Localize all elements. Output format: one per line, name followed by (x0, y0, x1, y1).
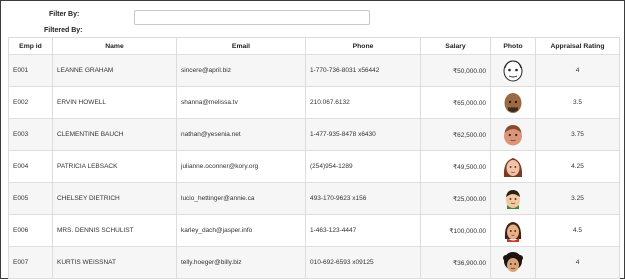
avatar-man-cartoon-icon (506, 189, 520, 209)
header-emp-id[interactable]: Emp id (8, 37, 53, 55)
cell-emp-id: E004 (8, 150, 53, 183)
cell-rating: 3.5 (535, 86, 620, 119)
cell-email: nathan@yesenia.net (176, 118, 306, 151)
cell-rating: 3.25 (535, 182, 620, 215)
cell-salary: ₹65,000.00 (420, 86, 491, 119)
cell-phone: 010-692-6593 x09125 (305, 246, 421, 279)
cell-email: lucio_hettinger@annie.ca (176, 182, 306, 215)
avatar-bald-man-icon (504, 92, 522, 113)
avatar-woman-cartoon-icon (504, 221, 522, 242)
cell-photo (490, 118, 536, 151)
cell-salary: ₹25,000.00 (420, 182, 491, 215)
cell-salary: ₹62,500.00 (420, 118, 491, 151)
filtered-by-label: Filtered By: (44, 27, 83, 34)
cell-email: sincere@april.biz (176, 54, 306, 87)
table-row: E007 KURTIS WEISSNAT telly.hoeger@billy.… (8, 246, 620, 279)
cell-email: julianne.oconner@kory.org (176, 150, 306, 183)
cell-phone: 1-770-736-8031 x56442 (305, 54, 421, 87)
app-frame: Filter By: Filtered By: Emp id Name Emai… (0, 0, 625, 279)
avatar-sketch-face-icon (503, 59, 523, 81)
table-row: E004 PATRICIA LEBSACK julianne.oconner@k… (8, 150, 620, 183)
table-row: E002 ERVIN HOWELL shanna@melissa.tv 210.… (8, 86, 620, 119)
cell-photo (490, 150, 536, 183)
cell-name: CLEMENTINE BAUCH (52, 118, 177, 151)
cell-name: PATRICIA LEBSACK (52, 150, 177, 183)
cell-name: KURTIS WEISSNAT (52, 246, 177, 279)
cell-phone: 1-463-123-4447 (305, 214, 421, 247)
cell-email: telly.hoeger@billy.biz (176, 246, 306, 279)
table-row: E001 LEANNE GRAHAM sincere@april.biz 1-7… (8, 54, 620, 87)
cell-salary: ₹49,500.00 (420, 150, 491, 183)
cell-emp-id: E001 (8, 54, 53, 87)
filter-input[interactable] (134, 10, 370, 25)
cell-email: karley_dach@jasper.info (176, 214, 306, 247)
cell-rating: 4 (535, 246, 620, 279)
avatar-curly-hair-icon (503, 251, 523, 272)
cell-phone: 210.067.6132 (305, 86, 421, 119)
cell-emp-id: E005 (8, 182, 53, 215)
filter-label: Filter By: (49, 11, 80, 18)
cell-salary: ₹50,000.00 (420, 54, 491, 87)
avatar-man-face-icon (504, 124, 522, 145)
cell-phone: 1-477-935-8478 x6430 (305, 118, 421, 151)
cell-name: ERVIN HOWELL (52, 86, 177, 119)
table-header-row: Emp id Name Email Phone Salary Photo App… (8, 37, 620, 55)
cell-emp-id: E002 (8, 86, 53, 119)
cell-rating: 3.75 (535, 118, 620, 151)
cell-salary: ₹36,900.00 (420, 246, 491, 279)
table-row: E003 CLEMENTINE BAUCH nathan@yesenia.net… (8, 118, 620, 151)
cell-photo (490, 54, 536, 87)
header-appraisal-rating[interactable]: Appraisal Rating (535, 37, 620, 55)
cell-emp-id: E006 (8, 214, 53, 247)
cell-name: CHELSEY DIETRICH (52, 182, 177, 215)
cell-emp-id: E003 (8, 118, 53, 151)
cell-photo (490, 214, 536, 247)
table-row: E006 MRS. DENNIS SCHULIST karley_dach@ja… (8, 214, 620, 247)
header-email[interactable]: Email (176, 37, 306, 55)
cell-photo (490, 246, 536, 279)
header-phone[interactable]: Phone (305, 37, 421, 55)
cell-phone: (254)954-1289 (305, 150, 421, 183)
cell-name: LEANNE GRAHAM (52, 54, 177, 87)
employee-table: Emp id Name Email Phone Salary Photo App… (8, 37, 620, 279)
header-photo: Photo (490, 37, 536, 55)
cell-email: shanna@melissa.tv (176, 86, 306, 119)
cell-rating: 4 (535, 54, 620, 87)
header-name[interactable]: Name (52, 37, 177, 55)
cell-rating: 4.25 (535, 150, 620, 183)
avatar-woman-face-icon (503, 157, 523, 177)
cell-rating: 4.5 (535, 214, 620, 247)
cell-photo (490, 86, 536, 119)
cell-salary: ₹100,000.00 (420, 214, 491, 247)
cell-photo (490, 182, 536, 215)
cell-name: MRS. DENNIS SCHULIST (52, 214, 177, 247)
header-salary[interactable]: Salary (420, 37, 491, 55)
cell-phone: 493-170-9623 x156 (305, 182, 421, 215)
table-row: E005 CHELSEY DIETRICH lucio_hettinger@an… (8, 182, 620, 215)
cell-emp-id: E007 (8, 246, 53, 279)
